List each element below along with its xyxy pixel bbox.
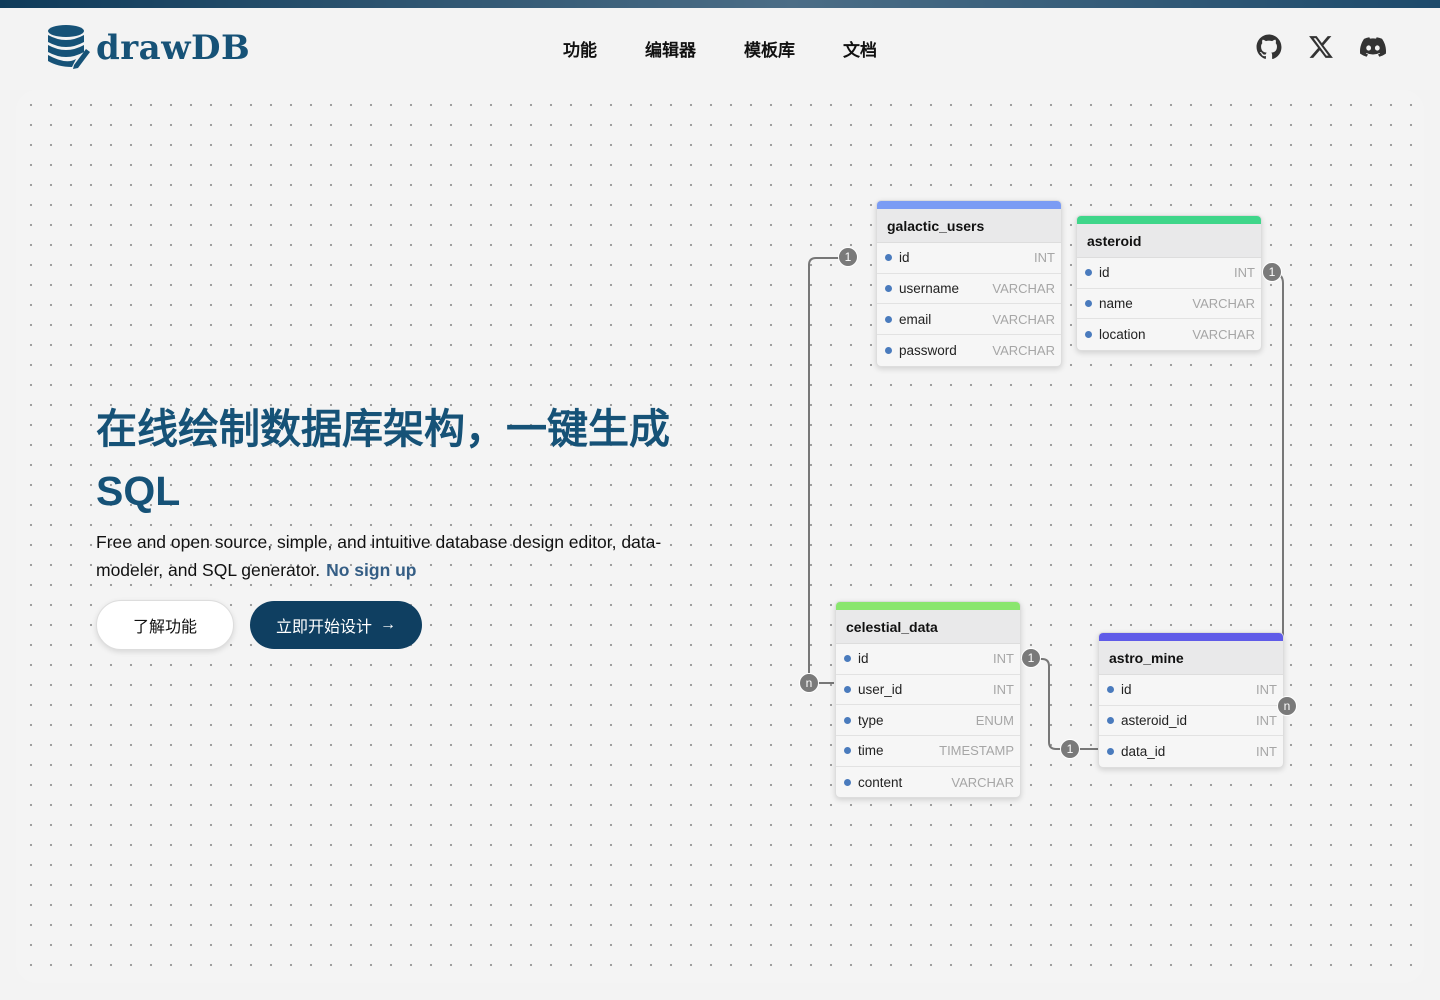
table-galactic-users[interactable]: galactic_users id INT username VARCHAR ema… (876, 200, 1062, 367)
field-type: INT (1234, 265, 1255, 281)
field-type: INT (993, 651, 1014, 667)
site-header: drawDB 功能 编辑器 模板库 文档 (0, 8, 1440, 88)
database-icon (46, 23, 90, 74)
cardinality-badge: 1 (1021, 648, 1041, 668)
field-name: id (1121, 682, 1132, 698)
field-name: asteroid_id (1121, 713, 1188, 729)
field-dot-icon (1107, 748, 1114, 756)
field-name: time (858, 743, 884, 759)
table-field-row[interactable]: name VARCHAR (1077, 289, 1261, 320)
cardinality-badge: n (1277, 696, 1297, 716)
field-dot-icon (844, 716, 851, 724)
table-field-row[interactable]: data_id INT (1099, 736, 1283, 767)
field-dot-icon (1085, 269, 1092, 277)
field-type: VARCHAR (992, 311, 1055, 327)
field-name: user_id (858, 682, 903, 698)
field-type: INT (1256, 713, 1277, 729)
field-name: username (899, 281, 960, 297)
table-field-row[interactable]: id INT (1077, 258, 1261, 289)
field-name: content (858, 774, 903, 790)
nav-item-docs[interactable]: 文档 (843, 36, 877, 61)
field-type: VARCHAR (951, 774, 1014, 790)
field-type: VARCHAR (1192, 327, 1255, 343)
table-field-row[interactable]: email VARCHAR (877, 304, 1061, 336)
table-color-bar (1077, 216, 1261, 224)
field-name: email (899, 311, 932, 327)
hero-canvas: 在线绘制数据库架构，一键生成 SQL Free and open source,… (16, 90, 1424, 983)
field-dot-icon (1107, 717, 1114, 725)
field-name: location (1099, 327, 1146, 343)
field-dot-icon (844, 655, 851, 663)
table-asteroid[interactable]: asteroid id INT name VARCHAR location VARCH… (1076, 215, 1262, 352)
main-nav: 功能 编辑器 模板库 文档 (563, 36, 925, 61)
field-type: TIMESTAMP (939, 743, 1014, 759)
table-header: celestial_data (836, 610, 1020, 644)
nav-item-templates[interactable]: 模板库 (744, 36, 795, 61)
field-dot-icon (1107, 686, 1114, 694)
table-field-row[interactable]: password VARCHAR (877, 335, 1061, 366)
field-name: type (858, 712, 884, 728)
cardinality-badge: 1 (1060, 739, 1080, 759)
table-header: asteroid (1077, 224, 1261, 258)
field-type: VARCHAR (992, 281, 1055, 297)
table-header: astro_mine (1099, 641, 1283, 675)
field-type: INT (993, 682, 1014, 698)
field-type: INT (1034, 250, 1055, 266)
field-name: id (1099, 265, 1110, 281)
field-dot-icon (885, 254, 892, 262)
field-name: id (899, 250, 910, 266)
field-name: data_id (1121, 744, 1166, 760)
field-type: INT (1256, 682, 1277, 698)
x-icon[interactable] (1308, 34, 1334, 60)
field-name: id (858, 651, 869, 667)
field-dot-icon (885, 285, 892, 293)
table-field-row[interactable]: id INT (836, 644, 1020, 675)
field-dot-icon (844, 747, 851, 755)
table-field-row[interactable]: location VARCHAR (1077, 319, 1261, 350)
social-links (1230, 34, 1387, 60)
top-accent-bar (0, 0, 1440, 8)
cardinality-badge: 1 (1262, 262, 1282, 282)
table-astro-mine[interactable]: astro_mine id INT asteroid_id INT data_id I… (1098, 632, 1284, 769)
table-field-row[interactable]: type ENUM (836, 705, 1020, 737)
field-name: name (1099, 296, 1133, 312)
logo[interactable]: drawDB (46, 24, 250, 72)
field-dot-icon (844, 686, 851, 694)
table-field-row[interactable]: id INT (1099, 675, 1283, 706)
discord-icon[interactable] (1360, 34, 1387, 60)
table-celestial-data[interactable]: celestial_data id INT user_id INT type ENUM… (835, 601, 1021, 799)
github-icon[interactable] (1256, 34, 1282, 60)
field-type: VARCHAR (1192, 296, 1255, 312)
brand-name: drawDB (96, 28, 251, 68)
table-field-row[interactable]: username VARCHAR (877, 274, 1061, 305)
table-color-bar (836, 602, 1020, 610)
table-color-bar (1099, 633, 1283, 641)
cardinality-badge: n (799, 673, 819, 693)
table-header: galactic_users (877, 209, 1061, 243)
field-dot-icon (1085, 331, 1092, 339)
field-dot-icon (885, 315, 892, 323)
table-field-row[interactable]: content VARCHAR (836, 767, 1020, 798)
field-dot-icon (844, 778, 851, 786)
field-dot-icon (1085, 300, 1092, 308)
field-dot-icon (885, 346, 892, 354)
table-color-bar (877, 201, 1061, 209)
table-field-row[interactable]: time TIMESTAMP (836, 736, 1020, 767)
field-type: ENUM (975, 712, 1014, 728)
cardinality-badge: 1 (838, 247, 858, 267)
table-field-row[interactable]: id INT (877, 243, 1061, 274)
field-type: INT (1256, 744, 1277, 760)
field-type: VARCHAR (992, 342, 1055, 358)
nav-item-features[interactable]: 功能 (563, 36, 597, 61)
table-field-row[interactable]: asteroid_id INT (1099, 706, 1283, 737)
field-name: password (899, 342, 957, 358)
nav-item-editor[interactable]: 编辑器 (645, 36, 696, 61)
table-field-row[interactable]: user_id INT (836, 675, 1020, 706)
